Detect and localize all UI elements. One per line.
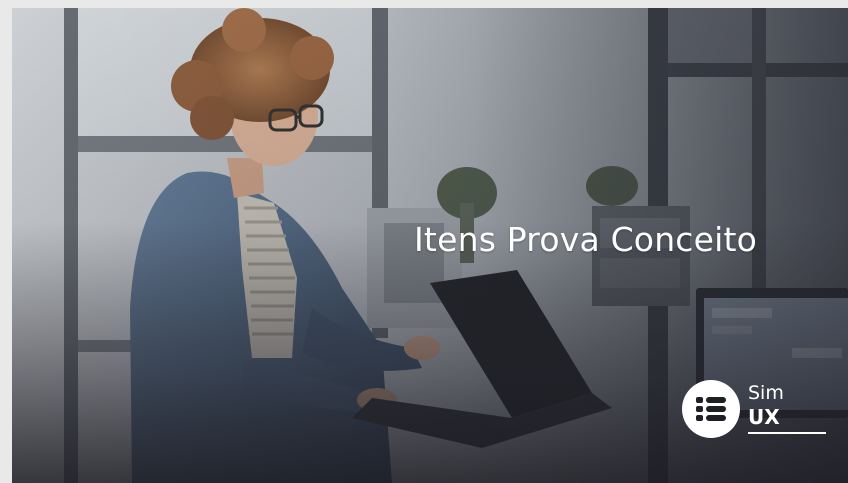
logo-text-sim: Sim — [748, 382, 784, 404]
banner: Itens Prova Conceito Sim UX — [12, 8, 848, 483]
logo-underline — [748, 432, 826, 434]
logo-text-ux: UX — [748, 405, 780, 429]
banner-title: Itens Prova Conceito — [414, 220, 758, 259]
simux-logo: Sim UX — [682, 380, 832, 440]
list-icon — [682, 380, 740, 438]
